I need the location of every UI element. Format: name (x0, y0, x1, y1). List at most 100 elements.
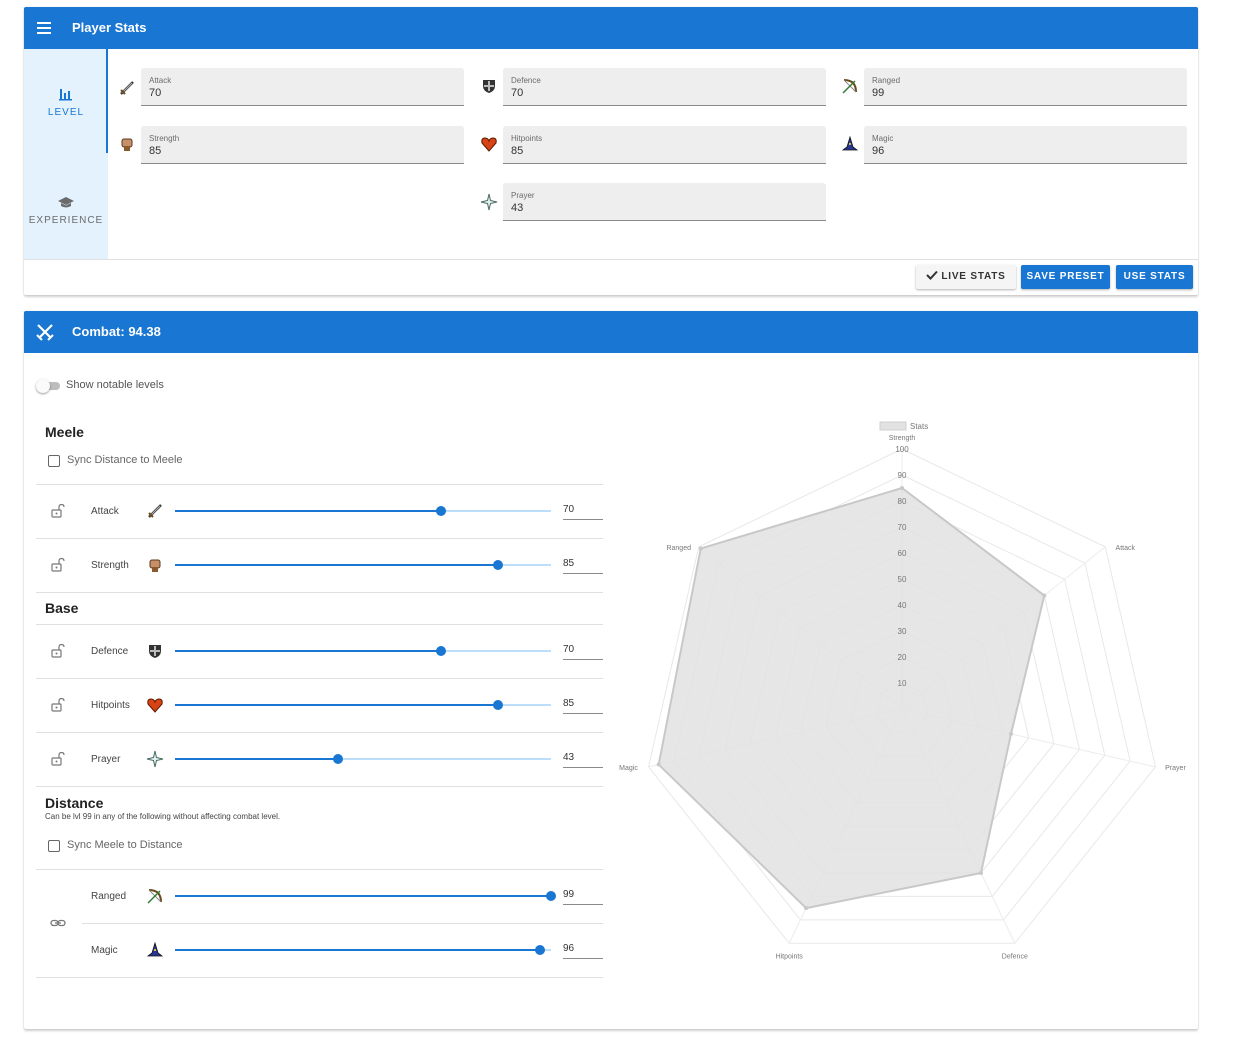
radar-axis-label: Magic (619, 765, 638, 772)
attack-field[interactable]: Attack 70 (141, 68, 464, 106)
prayer-star-icon (480, 193, 498, 211)
ranged-field-label: Ranged (872, 76, 901, 85)
unlock-icon[interactable] (50, 503, 66, 519)
hitpoints-row-label: Hitpoints (91, 700, 130, 711)
player-stats-card: Player Stats LEVEL EXPERIENCE Attack 70 … (24, 7, 1198, 295)
base-section-title: Base (45, 600, 79, 616)
strength-row-label: Strength (91, 560, 129, 571)
ranged-field[interactable]: Ranged 99 (864, 68, 1187, 106)
sword-icon (148, 504, 162, 518)
sync-distance-checkbox[interactable] (48, 455, 60, 467)
magic-field-label: Magic (872, 134, 894, 143)
prayer-row-label: Prayer (91, 754, 121, 765)
hitpoints-level-input[interactable]: 85 (563, 698, 603, 714)
notable-levels-label: Show notable levels (66, 379, 164, 391)
radar-tick-label: 70 (898, 523, 907, 532)
row-divider (82, 923, 603, 924)
prayer-field[interactable]: Prayer 43 (503, 183, 826, 221)
unlock-icon[interactable] (50, 643, 66, 659)
ranged-level-input[interactable]: 99 (563, 889, 603, 905)
distance-section-title: Distance (45, 795, 104, 811)
slider-fill (175, 949, 540, 951)
ranged-slider[interactable] (175, 891, 556, 901)
hitpoints-field[interactable]: Hitpoints 85 (503, 126, 826, 164)
defence-field-value: 70 (511, 87, 524, 99)
tab-experience-label: EXPERIENCE (28, 215, 104, 226)
radar-data-point (1008, 731, 1013, 736)
tab-level-label: LEVEL (47, 107, 85, 118)
magic-row-label: Magic (91, 945, 118, 956)
slider-thumb[interactable] (333, 754, 344, 764)
prayer-field-label: Prayer (511, 191, 535, 200)
magic-field-value: 96 (872, 145, 885, 157)
slider-thumb[interactable] (492, 560, 503, 570)
magic-field[interactable]: Magic 96 (864, 126, 1187, 164)
tab-experience[interactable]: EXPERIENCE (24, 153, 108, 257)
strength-slider[interactable] (175, 560, 551, 570)
sync-meele-checkbox[interactable] (48, 840, 60, 852)
unlock-icon[interactable] (50, 751, 66, 767)
slider-thumb[interactable] (435, 506, 446, 516)
radar-data-point (698, 546, 703, 551)
prayer-slider[interactable] (175, 754, 551, 764)
player-stats-title: Player Stats (72, 20, 147, 35)
attack-field-value: 70 (149, 87, 162, 99)
strength-field[interactable]: Strength 85 (141, 126, 464, 164)
slider-fill (175, 758, 339, 760)
notable-levels-toggle[interactable] (36, 379, 60, 393)
hamburger-menu-icon[interactable] (35, 18, 55, 38)
strength-field-value: 85 (149, 145, 162, 157)
distance-note: Can be lvl 99 in any of the following wi… (45, 812, 281, 821)
bow-icon (842, 79, 857, 94)
row-divider (36, 869, 603, 870)
attack-slider[interactable] (175, 506, 551, 516)
toggle-knob (36, 379, 50, 393)
magic-level-input[interactable]: 96 (563, 943, 603, 959)
radar-axis-label: Ranged (666, 545, 691, 552)
strength-field-label: Strength (149, 134, 180, 143)
radar-tick-label: 10 (898, 679, 907, 688)
prayer-level-input[interactable]: 43 (563, 752, 603, 768)
stats-radar-chart: 10 20 30 40 50 60 70 80 90 100 Strength Attack Praye… (619, 421, 1186, 960)
radar-data-point (1042, 593, 1047, 598)
radar-axis-label: Attack (1116, 545, 1136, 552)
defence-field[interactable]: Defence 70 (503, 68, 826, 106)
slider-thumb[interactable] (534, 945, 545, 955)
magic-slider[interactable] (175, 945, 551, 955)
row-divider (36, 484, 603, 485)
radar-legend-swatch (879, 421, 907, 431)
defence-level-input[interactable]: 70 (563, 644, 603, 660)
slider-thumb[interactable] (435, 646, 446, 656)
radar-axis-label: Hitpoints (776, 953, 804, 960)
attack-level-input[interactable]: 70 (563, 504, 603, 520)
strength-level-input[interactable]: 85 (563, 558, 603, 574)
graduation-cap-icon (58, 197, 74, 208)
radar-tick-label: 60 (898, 549, 907, 558)
radar-tick-label: 40 (898, 601, 907, 610)
ranged-row-label: Ranged (91, 891, 127, 902)
slider-fill (175, 564, 498, 566)
slider-fill (175, 895, 551, 897)
wizard-hat-icon (146, 941, 164, 957)
slider-thumb[interactable] (546, 891, 556, 901)
defence-slider[interactable] (175, 646, 551, 656)
tab-level[interactable]: LEVEL (24, 49, 108, 153)
radar-tick-label: 50 (898, 575, 907, 584)
crossed-swords-icon (36, 324, 54, 341)
live-stats-button[interactable]: LIVE STATS (916, 265, 1016, 289)
save-preset-button[interactable]: SAVE PRESET (1021, 265, 1110, 289)
unlock-icon[interactable] (50, 697, 66, 713)
attack-row-label: Attack (91, 506, 119, 517)
hitpoints-slider[interactable] (175, 700, 551, 710)
radar-tick-label: 20 (898, 653, 907, 662)
slider-fill (175, 704, 498, 706)
prayer-star-icon (146, 750, 164, 768)
radar-axis-label: Prayer (1165, 765, 1186, 772)
slider-thumb[interactable] (492, 700, 503, 710)
unlock-icon[interactable] (50, 557, 66, 573)
use-stats-button[interactable]: USE STATS (1116, 265, 1193, 289)
row-divider (36, 624, 603, 625)
link-icon[interactable] (50, 915, 66, 931)
row-divider (36, 592, 603, 593)
heart-icon (481, 137, 497, 152)
